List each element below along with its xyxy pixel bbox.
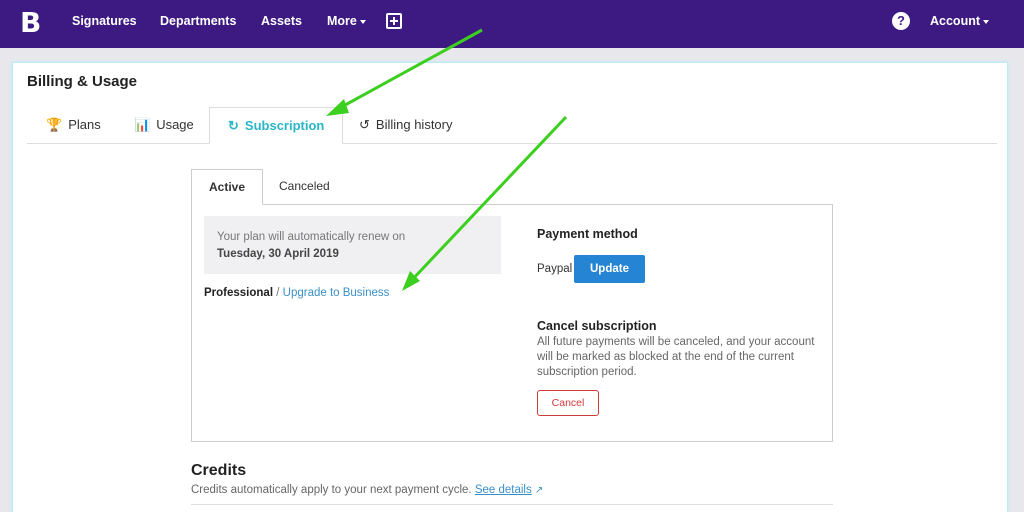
tab-usage[interactable]: 📊 Usage xyxy=(134,107,194,144)
subtab-canceled[interactable]: Canceled xyxy=(279,169,330,205)
help-icon[interactable]: ? xyxy=(892,12,910,30)
caret-down-icon xyxy=(983,19,989,24)
payment-method-value: Paypal xyxy=(537,263,573,275)
refresh-icon: ↻ xyxy=(228,118,239,133)
credits-divider xyxy=(191,504,833,505)
plan-separator: / xyxy=(276,287,280,299)
plan-line: Professional / Upgrade to Business xyxy=(204,287,389,299)
top-navbar: B Signatures Departments Assets More ? A… xyxy=(0,0,1024,48)
subtab-active[interactable]: Active xyxy=(191,169,264,205)
tab-billing-history[interactable]: ↺ Billing history xyxy=(359,107,453,144)
credits-description: Credits automatically apply to your next… xyxy=(191,484,543,496)
renew-notice: Your plan will automatically renew on Tu… xyxy=(204,216,501,274)
tab-subscription-label: Subscription xyxy=(244,118,325,133)
tab-plans[interactable]: 🏆 Plans xyxy=(46,107,101,144)
cancel-subscription-button[interactable]: Cancel xyxy=(537,390,599,416)
external-link-icon: ↗ xyxy=(534,485,544,496)
cancel-subscription-description: All future payments will be canceled, an… xyxy=(537,336,815,378)
tab-usage-label: Usage xyxy=(156,117,194,132)
page-title: Billing & Usage xyxy=(27,73,138,90)
see-details-link[interactable]: See details xyxy=(475,484,532,496)
bar-chart-icon: 📊 xyxy=(134,117,151,132)
credits-title: Credits xyxy=(191,462,247,479)
billing-card: Billing & Usage 🏆 Plans 📊 Usage ↻ Subscript… xyxy=(12,62,1008,512)
add-icon[interactable] xyxy=(386,13,402,29)
nav-more[interactable]: More xyxy=(327,0,366,48)
update-payment-button[interactable]: Update xyxy=(574,255,645,283)
nav-more-label: More xyxy=(327,14,357,28)
history-icon: ↺ xyxy=(359,117,370,132)
tab-billing-history-label: Billing history xyxy=(375,117,453,132)
subscription-panel: Your plan will automatically renew on Tu… xyxy=(191,204,833,442)
plan-name: Professional xyxy=(204,287,274,299)
upgrade-link[interactable]: Upgrade to Business xyxy=(283,287,390,299)
see-details-label: See details xyxy=(474,484,532,496)
nav-assets[interactable]: Assets xyxy=(261,0,302,48)
payment-method-title: Payment method xyxy=(537,227,638,241)
nav-signatures[interactable]: Signatures xyxy=(72,0,137,48)
nav-account-label: Account xyxy=(930,14,980,28)
tab-plans-label: Plans xyxy=(68,117,101,132)
cancel-subscription-title: Cancel subscription xyxy=(537,319,657,333)
brand-logo[interactable]: B xyxy=(20,9,42,37)
nav-account[interactable]: Account xyxy=(930,0,989,48)
renew-date: Tuesday, 30 April 2019 xyxy=(217,248,339,260)
trophy-icon: 🏆 xyxy=(46,117,63,132)
nav-departments[interactable]: Departments xyxy=(160,0,236,48)
caret-down-icon xyxy=(359,19,366,24)
credits-text: Credits automatically apply to your next… xyxy=(191,484,472,496)
tab-subscription[interactable]: ↻ Subscription xyxy=(209,107,344,144)
renew-text: Your plan will automatically renew on xyxy=(217,231,406,243)
